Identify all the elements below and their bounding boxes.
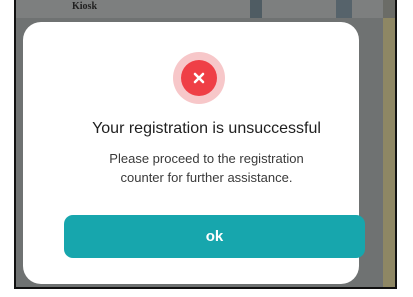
dialog-message: Please proceed to the registration count… bbox=[52, 149, 361, 187]
background-block bbox=[336, 0, 352, 18]
ok-button[interactable]: ok bbox=[64, 215, 365, 258]
dialog-title: Your registration is unsuccessful bbox=[92, 120, 321, 137]
background-block bbox=[250, 0, 262, 18]
close-circle-icon bbox=[181, 60, 217, 96]
dialog-message-line: counter for further assistance. bbox=[120, 170, 293, 185]
background-right-edge-top bbox=[383, 0, 395, 18]
error-icon-container bbox=[173, 52, 225, 104]
background-kiosk-label: Kiosk bbox=[72, 1, 98, 12]
background-right-edge bbox=[383, 0, 395, 287]
dialog-message-line: Please proceed to the registration bbox=[109, 151, 304, 166]
